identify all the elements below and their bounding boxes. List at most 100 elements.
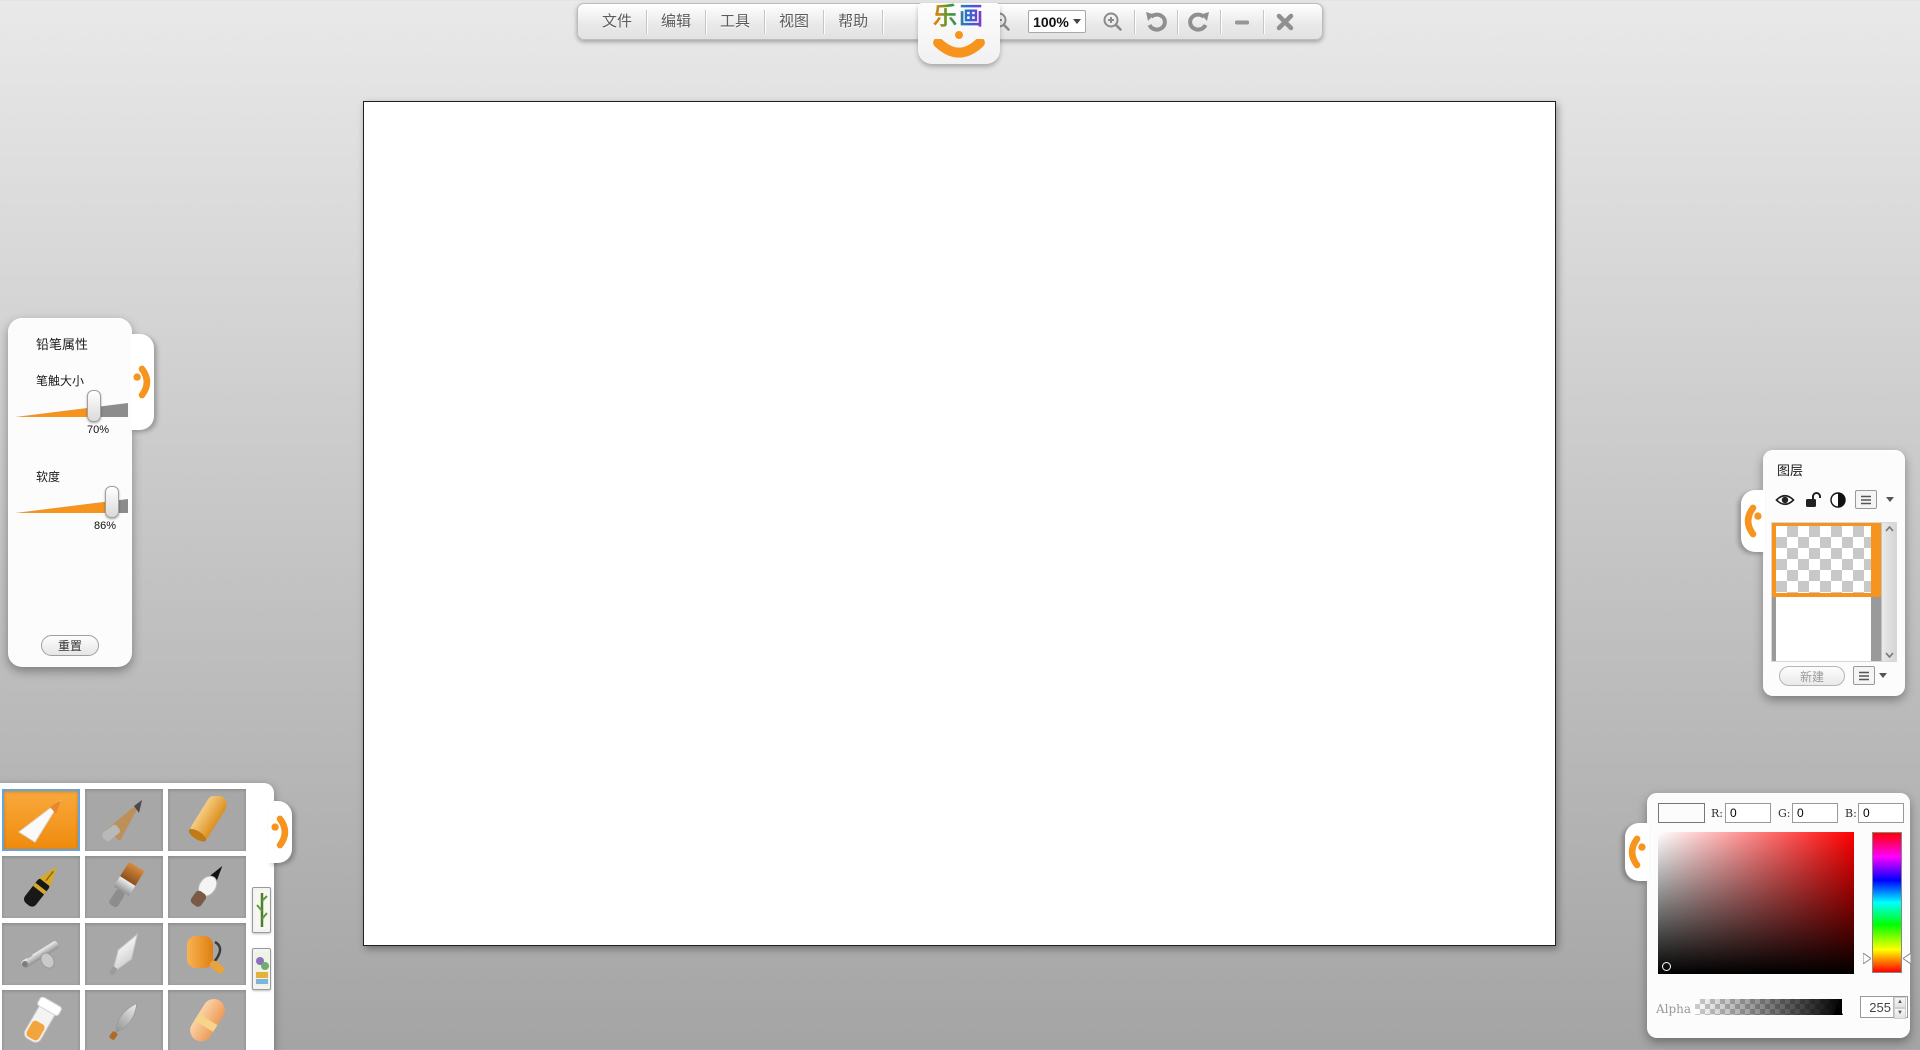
- zoom-in-button[interactable]: [1092, 7, 1134, 37]
- slider-track: [16, 402, 128, 418]
- green-label: G:: [1778, 807, 1791, 820]
- brush-palette-panel: [0, 783, 274, 1050]
- scroll-up-icon[interactable]: [1885, 526, 1894, 532]
- brush-size-slider[interactable]: [16, 390, 128, 424]
- color-drag-handle[interactable]: [1625, 823, 1649, 881]
- menu-tools[interactable]: 工具: [706, 8, 764, 36]
- brush-size-slider-handle[interactable]: [87, 390, 101, 422]
- undo-button[interactable]: [1135, 7, 1177, 37]
- layer-options-button[interactable]: [1853, 666, 1887, 685]
- tool-smudge[interactable]: [85, 990, 163, 1050]
- sv-cursor[interactable]: [1662, 962, 1671, 971]
- minimize-icon: [1232, 12, 1252, 32]
- scroll-down-icon[interactable]: [1885, 652, 1894, 658]
- color-sample-button[interactable]: [252, 948, 271, 990]
- layer-list-scrollbar[interactable]: [1881, 523, 1896, 661]
- pencil-icon: [96, 796, 152, 844]
- layer-lock-icon[interactable]: [1804, 491, 1821, 508]
- saturation-value-field[interactable]: [1658, 832, 1854, 974]
- layer-menu-button[interactable]: [1855, 490, 1877, 509]
- zoom-level-value: 100%: [1033, 14, 1069, 30]
- current-color-swatch[interactable]: [1658, 803, 1705, 823]
- panel-drag-handle[interactable]: [130, 334, 154, 430]
- softness-slider[interactable]: [16, 486, 128, 520]
- tool-palette-knife[interactable]: [85, 923, 163, 985]
- menu-edit[interactable]: 编辑: [647, 8, 705, 36]
- color-sample-icon: [255, 952, 269, 986]
- menu-list-icon: [1859, 494, 1873, 506]
- hue-marker-left[interactable]: [1863, 953, 1871, 964]
- alpha-decrement-button[interactable]: ▼: [1894, 1008, 1906, 1019]
- crayon-icon: [179, 796, 235, 844]
- paint-jar-icon: [13, 997, 69, 1045]
- alpha-slider[interactable]: [1695, 999, 1842, 1015]
- chevron-down-icon: [1879, 673, 1887, 678]
- tool-paper-stump[interactable]: [2, 789, 80, 851]
- panel-title: 铅笔属性: [36, 334, 88, 353]
- blue-input[interactable]: [1858, 803, 1904, 823]
- layer-item-2[interactable]: [1772, 597, 1882, 662]
- layer-item-1-selected[interactable]: [1772, 523, 1882, 597]
- brush-size-value: 70%: [78, 424, 118, 436]
- tool-paint-roller[interactable]: [168, 923, 246, 985]
- menu-file[interactable]: 文件: [588, 8, 646, 36]
- tool-flat-brush[interactable]: [85, 856, 163, 918]
- layer-visibility-icon[interactable]: [1775, 493, 1795, 507]
- app-logo-tab[interactable]: 乐画: [918, 3, 1000, 64]
- layer-opacity-icon[interactable]: [1830, 492, 1846, 508]
- smudge-tool-icon: [96, 997, 152, 1045]
- tool-ink-brush[interactable]: [168, 856, 246, 918]
- chevron-down-icon: [1073, 19, 1081, 24]
- tool-fountain-pen[interactable]: [2, 856, 80, 918]
- ear-handle-icon: [1628, 830, 1646, 874]
- zoom-level-dropdown[interactable]: 100%: [1028, 10, 1086, 33]
- red-input[interactable]: [1725, 803, 1771, 823]
- undo-icon: [1144, 11, 1168, 33]
- tool-pencil[interactable]: [85, 789, 163, 851]
- hue-marker-right[interactable]: [1903, 953, 1911, 964]
- redo-button[interactable]: [1178, 7, 1220, 37]
- redo-icon: [1187, 11, 1211, 33]
- softness-slider-handle[interactable]: [105, 486, 119, 518]
- palette-drag-handle[interactable]: [268, 801, 292, 863]
- logo-nose-dot: [955, 31, 963, 39]
- bamboo-sample-icon: [255, 891, 269, 929]
- alpha-value-input[interactable]: [1861, 997, 1893, 1017]
- paint-roller-icon: [179, 930, 235, 978]
- close-button[interactable]: [1264, 7, 1306, 37]
- menu-help[interactable]: 帮助: [824, 8, 882, 36]
- tool-eraser[interactable]: [168, 990, 246, 1050]
- hue-bar[interactable]: [1872, 832, 1902, 973]
- new-layer-button[interactable]: 新建: [1779, 666, 1845, 686]
- zoom-in-icon: [1102, 11, 1124, 33]
- reset-button[interactable]: 重置: [41, 635, 99, 656]
- bamboo-sample-button[interactable]: [252, 887, 271, 933]
- pencil-properties-panel: 铅笔属性 笔触大小 70% 软度 86% 重置: [8, 318, 132, 667]
- close-icon: [1275, 12, 1295, 32]
- blue-label: B:: [1845, 807, 1857, 820]
- app-logo-text: 乐画: [918, 3, 1000, 31]
- alpha-increment-button[interactable]: ▲: [1894, 997, 1906, 1008]
- separator: [882, 10, 883, 34]
- softness-label: 软度: [36, 468, 60, 485]
- tool-airbrush[interactable]: [2, 923, 80, 985]
- alpha-marker[interactable]: [1833, 1005, 1843, 1015]
- tool-paint-jar[interactable]: [2, 990, 80, 1050]
- alpha-label: Alpha: [1656, 1002, 1691, 1016]
- flat-brush-icon: [96, 863, 152, 911]
- softness-value: 86%: [85, 520, 125, 532]
- layers-drag-handle[interactable]: [1741, 490, 1765, 552]
- alpha-spinner: ▲ ▼: [1860, 996, 1908, 1018]
- layers-panel-title: 图层: [1777, 460, 1803, 479]
- layer-list: [1771, 522, 1897, 662]
- tool-crayon[interactable]: [168, 789, 246, 851]
- logo-smile-icon: [929, 39, 989, 59]
- minimize-button[interactable]: [1221, 7, 1263, 37]
- eraser-icon: [179, 997, 235, 1045]
- menu-list-box: [1853, 666, 1875, 685]
- ear-handle-icon: [133, 360, 151, 404]
- drawing-canvas[interactable]: [363, 101, 1556, 946]
- menu-view[interactable]: 视图: [765, 8, 823, 36]
- chevron-down-icon[interactable]: [1886, 497, 1894, 502]
- green-input[interactable]: [1792, 803, 1838, 823]
